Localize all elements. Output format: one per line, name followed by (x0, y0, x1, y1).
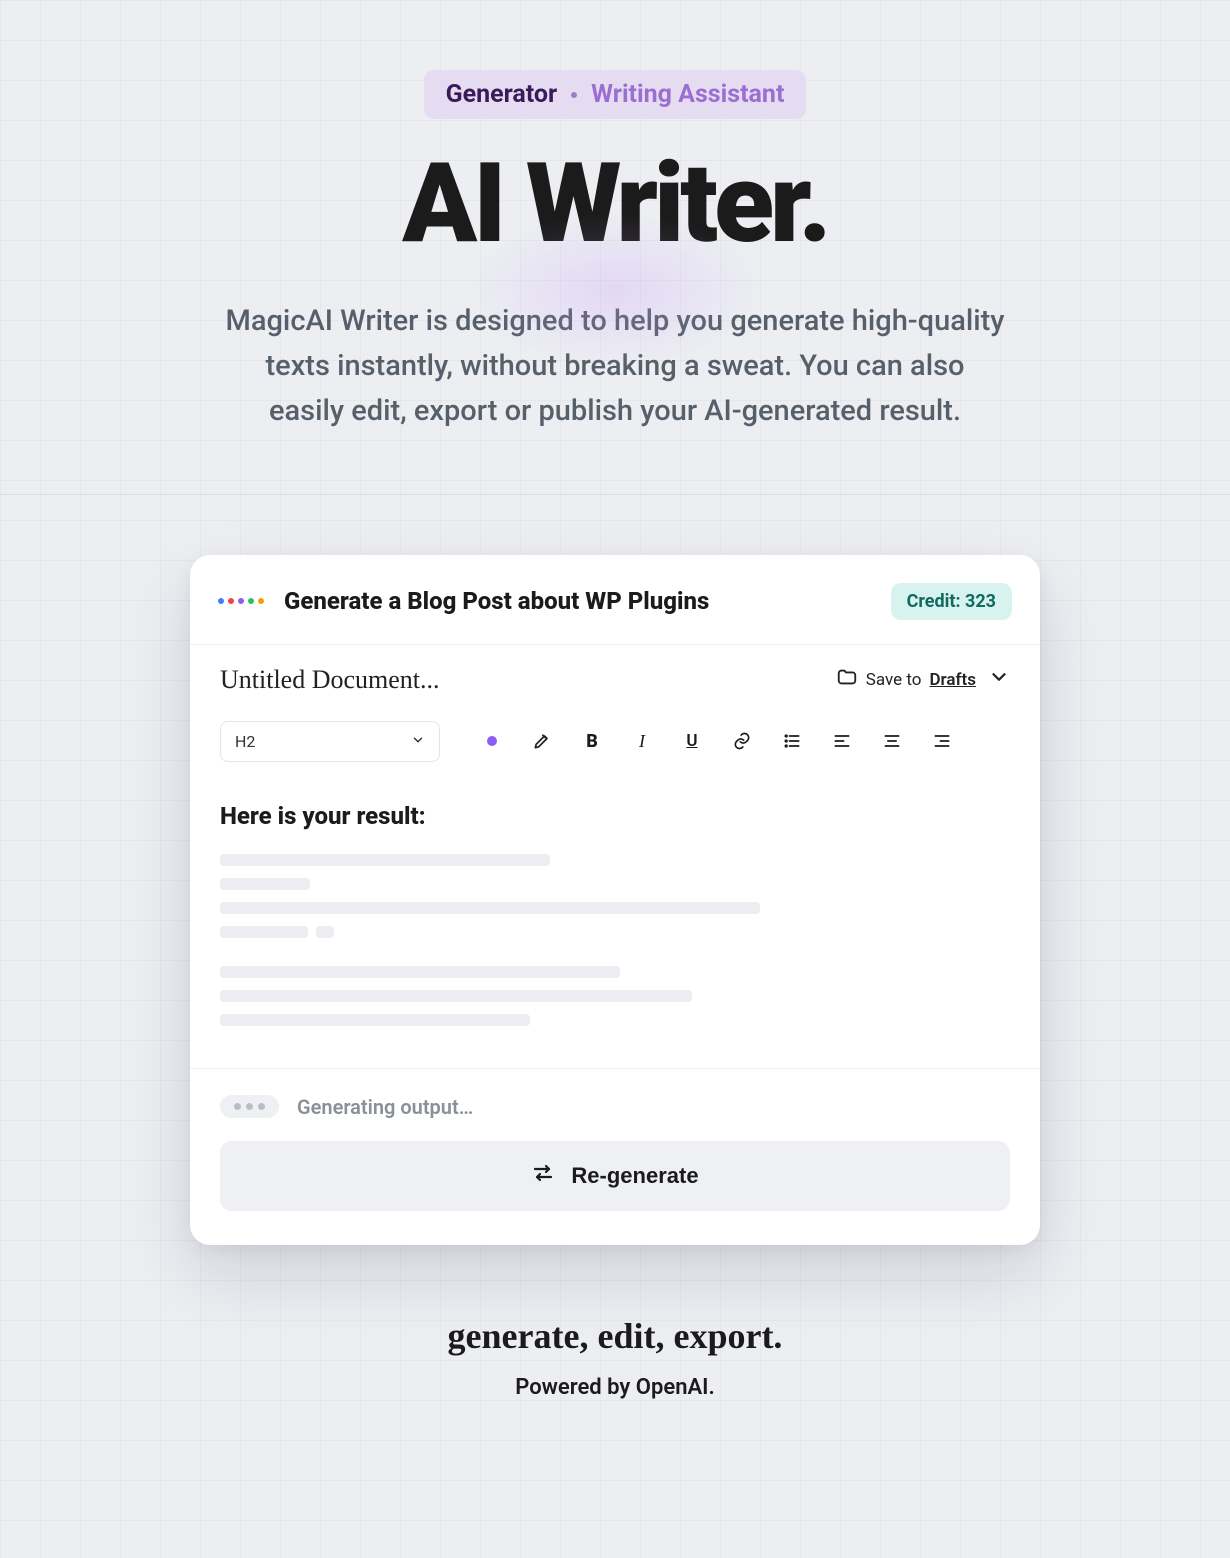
tab-generator[interactable]: Generator (446, 80, 558, 109)
typing-indicator-icon (220, 1095, 279, 1118)
pill-dot-icon (571, 92, 577, 98)
align-center-button[interactable] (880, 729, 904, 753)
chevron-down-icon (988, 666, 1010, 693)
editor-card: Generate a Blog Post about WP Plugins Cr… (190, 555, 1040, 1245)
swap-arrows-icon (531, 1163, 555, 1189)
tab-writing-assistant[interactable]: Writing Assistant (591, 80, 784, 109)
save-to-label: Save to (866, 670, 922, 690)
footer-powered: Powered by OpenAI. (0, 1375, 1230, 1400)
heading-select-value: H2 (235, 732, 255, 751)
regenerate-label: Re-generate (571, 1163, 698, 1189)
page-subtitle: MagicAI Writer is designed to help you g… (225, 299, 1005, 434)
highlight-button[interactable] (530, 729, 554, 753)
credit-badge: Credit: 323 (891, 583, 1012, 620)
align-right-button[interactable] (930, 729, 954, 753)
color-dot-icon (487, 736, 497, 746)
text-color-button[interactable] (480, 729, 504, 753)
heading-select[interactable]: H2 (220, 721, 440, 762)
footer-tagline: generate, edit, export. (0, 1315, 1230, 1357)
chevron-down-icon (411, 732, 425, 751)
result-skeleton (220, 854, 1010, 1026)
document-title[interactable]: Untitled Document... (220, 665, 440, 695)
page-title: AI Writer. (40, 149, 1190, 259)
generating-label: Generating output… (297, 1095, 473, 1119)
align-left-button[interactable] (830, 729, 854, 753)
save-target: Drafts (929, 670, 976, 690)
italic-button[interactable]: I (630, 729, 654, 753)
prompt-title: Generate a Blog Post about WP Plugins (284, 587, 891, 615)
list-button[interactable] (780, 729, 804, 753)
hero-pill: Generator Writing Assistant (424, 70, 807, 119)
folder-icon (836, 666, 858, 693)
result-heading: Here is your result: (220, 802, 1010, 830)
bold-button[interactable]: B (580, 729, 604, 753)
underline-button[interactable]: U (680, 729, 704, 753)
link-button[interactable] (730, 729, 754, 753)
regenerate-button[interactable]: Re-generate (220, 1141, 1010, 1211)
brand-dots-icon (218, 598, 264, 604)
editor-toolbar: H2 B I U (190, 707, 1040, 780)
save-to-drafts[interactable]: Save to Drafts (836, 666, 1010, 693)
